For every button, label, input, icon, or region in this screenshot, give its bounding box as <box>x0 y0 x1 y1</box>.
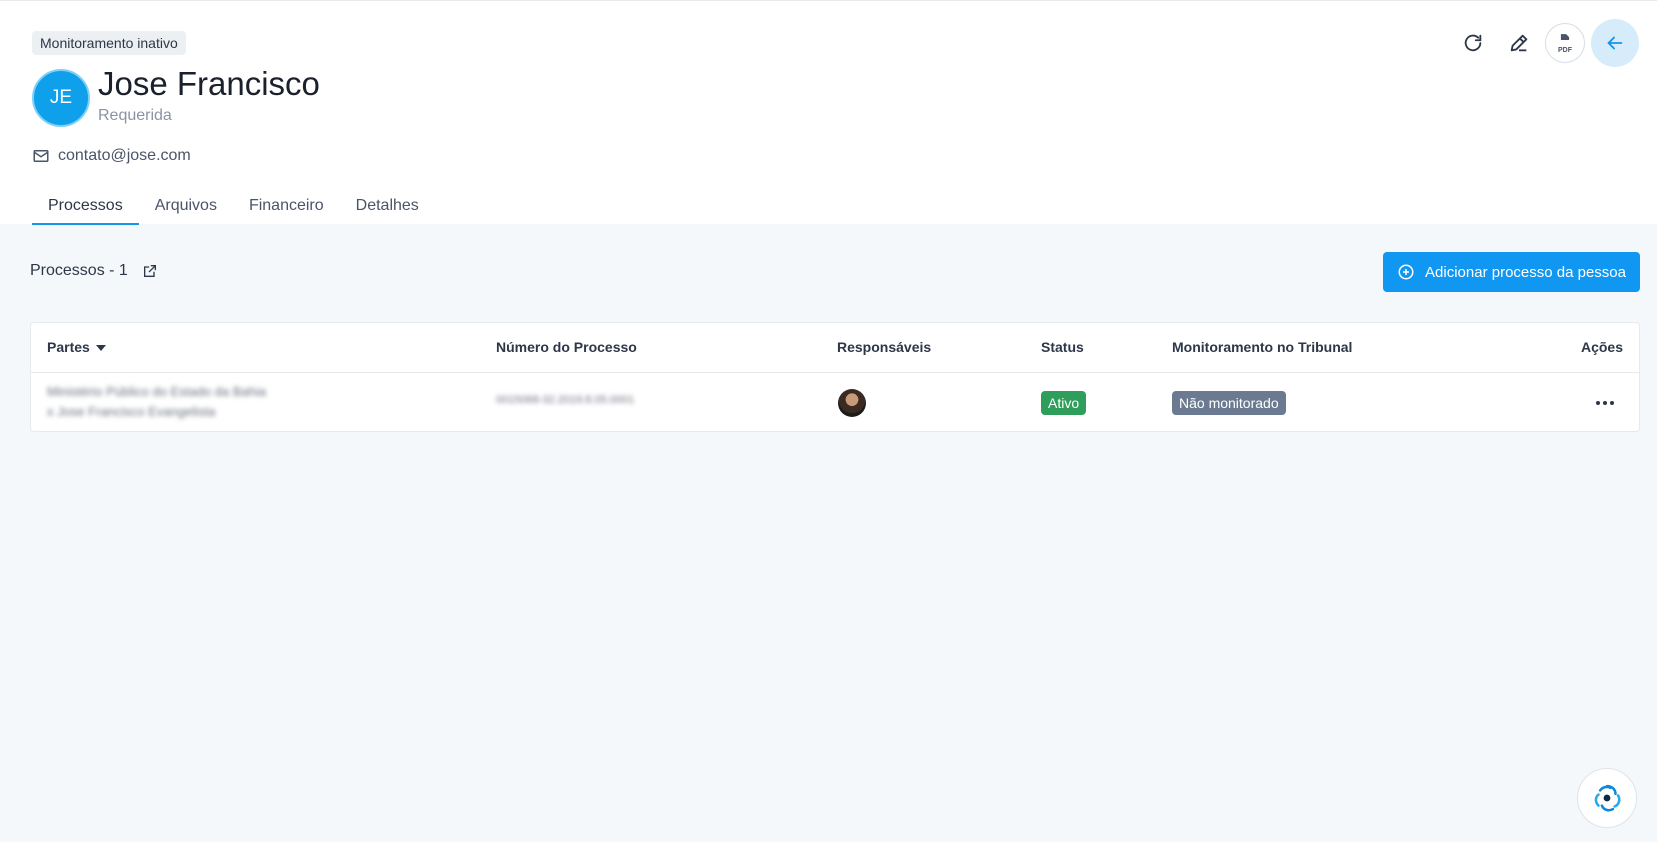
more-dot-icon <box>1603 401 1607 405</box>
column-monitoramento: Monitoramento no Tribunal <box>1172 339 1353 355</box>
processes-section-title: Processos - 1 <box>30 262 158 280</box>
email-text: contato@jose.com <box>58 147 191 164</box>
tabs: Processos Arquivos Financeiro Detalhes <box>32 189 435 225</box>
header-actions: PDF <box>1453 19 1639 67</box>
tab-arquivos[interactable]: Arquivos <box>139 189 233 225</box>
pdf-icon: PDF <box>1558 33 1572 54</box>
monitoring-status-badge: Monitoramento inativo <box>32 31 186 55</box>
person-avatar: JE <box>32 69 90 127</box>
more-dot-icon <box>1596 401 1600 405</box>
table-header: Partes Número do Processo Responsáveis S… <box>31 323 1639 373</box>
sort-down-icon <box>95 345 106 352</box>
edit-button[interactable] <box>1499 23 1539 63</box>
plus-circle-icon <box>1398 264 1414 280</box>
external-link-icon[interactable] <box>142 263 158 279</box>
tab-financeiro[interactable]: Financeiro <box>233 189 340 225</box>
tab-detalhes[interactable]: Detalhes <box>340 189 435 225</box>
add-process-label: Adicionar processo da pessoa <box>1425 263 1626 281</box>
column-acoes: Ações <box>1580 339 1623 355</box>
person-name: Jose Francisco <box>98 65 320 102</box>
back-button[interactable] <box>1591 19 1639 67</box>
refresh-button[interactable] <box>1453 23 1493 63</box>
table-row[interactable]: Ministério Público do Estado da Bahia x … <box>31 373 1639 433</box>
arrow-left-icon <box>1607 36 1623 50</box>
processes-count-label: Processos - 1 <box>30 262 128 279</box>
assistant-chat-button[interactable] <box>1577 768 1637 828</box>
person-role: Requerida <box>98 107 172 124</box>
status-badge: Ativo <box>1041 391 1087 415</box>
email-row: contato@jose.com <box>32 147 191 165</box>
add-process-button[interactable]: Adicionar processo da pessoa <box>1383 252 1640 292</box>
processes-table: Partes Número do Processo Responsáveis S… <box>30 322 1640 432</box>
row-partes-primary: Ministério Público do Estado da Bahia <box>47 384 266 399</box>
row-actions-button[interactable] <box>1593 393 1617 413</box>
mail-icon <box>33 150 49 162</box>
pencil-icon <box>1510 34 1528 52</box>
pdf-label: PDF <box>1558 46 1572 54</box>
responsible-avatar <box>838 389 866 417</box>
more-dot-icon <box>1610 401 1614 405</box>
column-partes[interactable]: Partes <box>47 339 106 355</box>
row-partes-secondary: x Jose Francisco Evangelista <box>47 404 216 419</box>
column-responsaveis: Responsáveis <box>837 339 932 355</box>
person-header: Monitoramento inativo JE Jose Francisco … <box>0 0 1657 225</box>
monitoring-badge: Não monitorado <box>1172 391 1286 415</box>
row-process-number: 0015068-32.2019.8.05.0001 <box>496 394 635 406</box>
pdf-export-button[interactable]: PDF <box>1545 23 1585 63</box>
column-numero: Número do Processo <box>496 339 637 355</box>
column-status: Status <box>1041 339 1084 355</box>
assistant-logo-icon <box>1594 784 1621 812</box>
tab-processos[interactable]: Processos <box>32 189 139 225</box>
refresh-icon <box>1464 34 1482 52</box>
column-partes-label: Partes <box>47 339 90 355</box>
